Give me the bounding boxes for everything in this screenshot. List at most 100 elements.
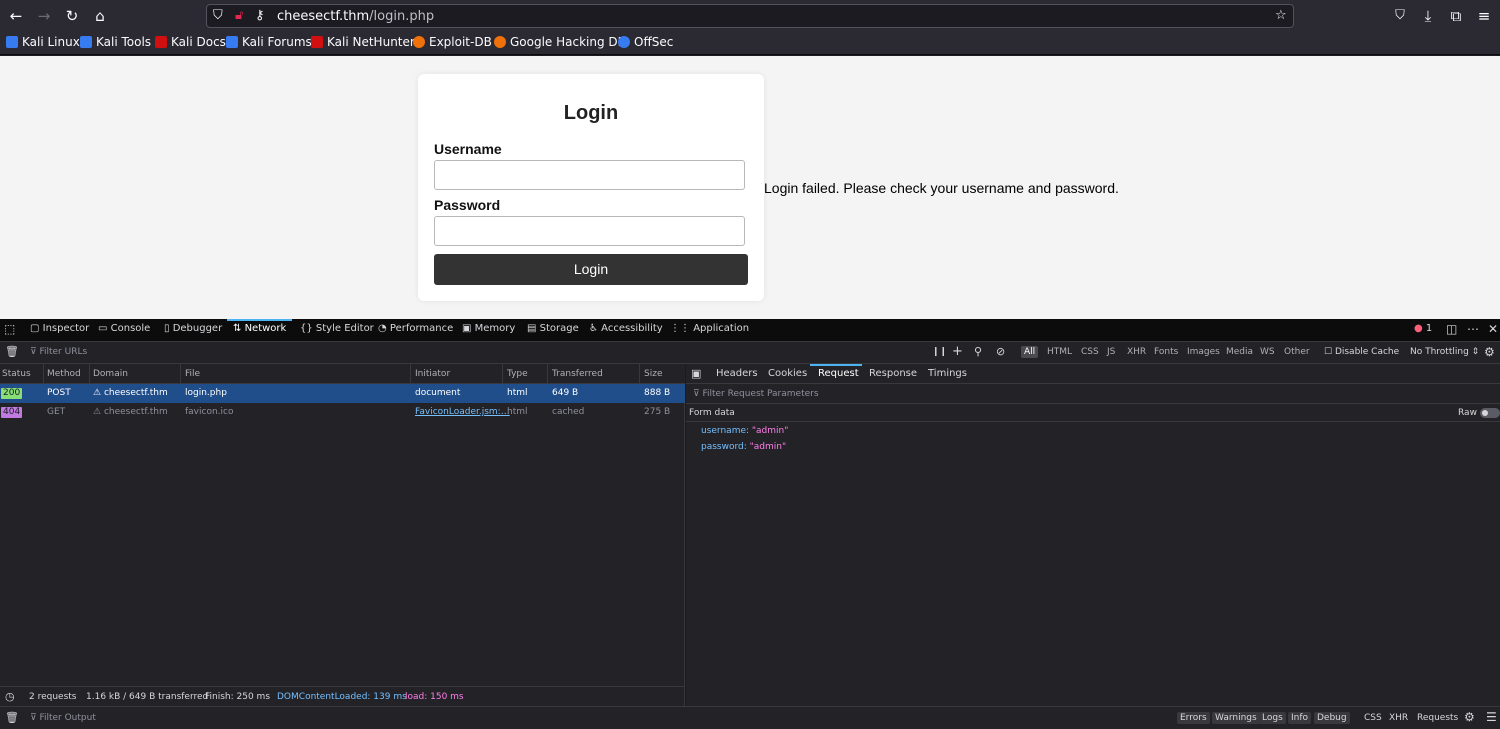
status-badge: 200 [1,388,23,399]
add-icon[interactable]: + [952,344,963,359]
close-devtools-icon[interactable]: ✕ [1488,322,1498,336]
search-icon[interactable]: ⚲ [974,345,982,358]
tab-style-editor[interactable]: {} Style Editor [300,323,374,334]
filter-output-input[interactable]: ⊽ Filter Output [30,713,96,723]
downloads-icon[interactable]: ⤓ [1418,6,1438,26]
bookmark-offsec[interactable]: OffSec [618,35,673,49]
bookmark-google-hacking-db[interactable]: Google Hacking DB [494,35,626,49]
filter-errors[interactable]: Errors [1177,712,1210,724]
filter-xhr-messages[interactable]: XHR [1389,713,1408,723]
insecure-lock-icon[interactable]: 🔓︎ [235,8,243,23]
password-input[interactable] [434,216,745,246]
sidebar-toggle-icon[interactable]: ☰ [1486,710,1497,724]
username-input[interactable] [434,160,745,190]
back-icon[interactable]: ← [6,6,26,26]
url-bar[interactable]: ⛉ 🔓︎ ⚷ cheesectf.thm/login.php ☆ [206,4,1294,28]
tab-performance[interactable]: ◔ Performance [378,323,453,334]
filter-info[interactable]: Info [1288,712,1312,724]
filter-urls-input[interactable]: ⊽ Filter URLs [30,347,87,357]
tab-inspector[interactable]: ▢ Inspector [30,323,89,334]
filter-warnings[interactable]: Warnings [1212,712,1260,724]
bookmark-exploit-db[interactable]: Exploit-DB [413,35,492,49]
filter-media[interactable]: Media [1223,346,1256,358]
filter-logs[interactable]: Logs [1259,712,1286,724]
filter-requests-messages[interactable]: Requests [1417,713,1458,723]
table-row[interactable]: 404 GET ⚠︎ cheesectf.thm favicon.ico Fav… [0,403,685,422]
bookmark-kali-docs[interactable]: Kali Docs [155,35,226,49]
shield-icon[interactable]: ⛉ [213,8,223,23]
filter-js[interactable]: JS [1104,346,1118,358]
key-icon[interactable]: ⚷ [255,8,265,23]
filter-ws[interactable]: WS [1257,346,1278,358]
load-time: load: 150 ms [405,692,464,702]
filter-all[interactable]: All [1021,346,1039,358]
home-icon[interactable]: ⌂ [90,6,110,26]
tab-network[interactable]: ⇅ Network [233,323,286,334]
dom-content-loaded: DOMContentLoaded: 139 ms [277,692,407,702]
filter-other[interactable]: Other [1281,346,1313,358]
col-file[interactable]: File [185,369,200,379]
col-transferred[interactable]: Transferred [552,369,603,379]
trash-icon[interactable]: 🗑︎ [5,345,19,358]
extensions-icon[interactable]: ⧉ [1446,6,1466,26]
filter-css[interactable]: CSS [1078,346,1102,358]
dock-icon[interactable]: ◫ [1446,322,1457,336]
initiator-link[interactable]: FaviconLoader.jsm:… [415,407,510,417]
tab-console[interactable]: ▭ Console [98,323,150,334]
filter-images[interactable]: Images [1184,346,1223,358]
tab-memory[interactable]: ▣ Memory [462,323,515,334]
insecure-icon: ⚠︎ [93,388,104,398]
element-picker-icon[interactable]: ⬚ [4,322,15,336]
throttling-select[interactable]: No Throttling ⇕ [1410,347,1479,357]
filter-xhr[interactable]: XHR [1124,346,1149,358]
col-status[interactable]: Status [2,369,31,379]
col-initiator[interactable]: Initiator [415,369,450,379]
col-size[interactable]: Size [644,369,662,379]
bookmark-kali-nethunter[interactable]: Kali NetHunter [311,35,415,49]
tab-application[interactable]: ⋮⋮ Application [670,323,749,334]
file-cell: login.php [185,388,227,398]
block-icon[interactable]: ⊘ [996,345,1005,358]
tab-request[interactable]: Request [818,368,859,379]
col-type[interactable]: Type [507,369,528,379]
bookmark-kali-linux[interactable]: Kali Linux [6,35,80,49]
size-cell: 275 B [644,407,671,417]
tab-timings[interactable]: Timings [928,368,967,379]
console-settings-icon[interactable]: ⚙ [1464,710,1475,724]
tab-cookies[interactable]: Cookies [768,368,807,379]
error-count-badge[interactable]: ● 1 [1414,323,1432,334]
pocket-icon[interactable]: ⛉ [1390,6,1410,26]
col-method[interactable]: Method [47,369,81,379]
tab-headers[interactable]: Headers [716,368,758,379]
filter-params-input[interactable]: ⊽ Filter Request Parameters [686,384,1500,404]
menu-icon[interactable]: ≡ [1474,6,1494,26]
toggle-panel-icon[interactable]: ▣ [691,367,701,380]
raw-toggle[interactable] [1480,408,1500,418]
pause-icon[interactable]: ❙❙ [932,347,947,357]
filter-html[interactable]: HTML [1044,346,1075,358]
active-detail-indicator [810,364,862,366]
bookmark-kali-tools[interactable]: Kali Tools [80,35,151,49]
filter-css-messages[interactable]: CSS [1364,713,1382,723]
filter-fonts[interactable]: Fonts [1151,346,1181,358]
filter-debug[interactable]: Debug [1314,712,1350,724]
network-summary: ◷ 2 requests 1.16 kB / 649 B transferred… [0,686,685,706]
more-options-icon[interactable]: ⋯ [1467,322,1479,336]
col-domain[interactable]: Domain [93,369,128,379]
settings-gear-icon[interactable]: ⚙ [1484,345,1495,359]
bookmark-kali-forums[interactable]: Kali Forums [226,35,312,49]
devtools-toolbar: ⬚ ▢ Inspector ▭ Console ▯ Debugger ⇅ Net… [0,319,1500,342]
bookmarks-toolbar: Kali Linux Kali Tools Kali Docs Kali For… [0,32,1500,55]
table-row[interactable]: 200 POST ⚠︎ cheesectf.thm login.php docu… [0,384,685,403]
tab-accessibility[interactable]: ♿︎ Accessibility [589,323,663,334]
tab-response[interactable]: Response [869,368,917,379]
tab-storage[interactable]: ▤ Storage [527,323,579,334]
tab-debugger[interactable]: ▯ Debugger [164,323,222,334]
disable-cache-checkbox[interactable]: ☐ Disable Cache [1324,347,1399,357]
bookmark-star-icon[interactable]: ☆ [1275,8,1287,23]
login-button[interactable]: Login [434,254,748,285]
reload-icon[interactable]: ↻ [62,6,82,26]
forward-icon[interactable]: → [34,6,54,26]
clear-console-icon[interactable]: 🗑︎ [5,711,19,724]
performance-icon[interactable]: ◷ [5,690,15,703]
